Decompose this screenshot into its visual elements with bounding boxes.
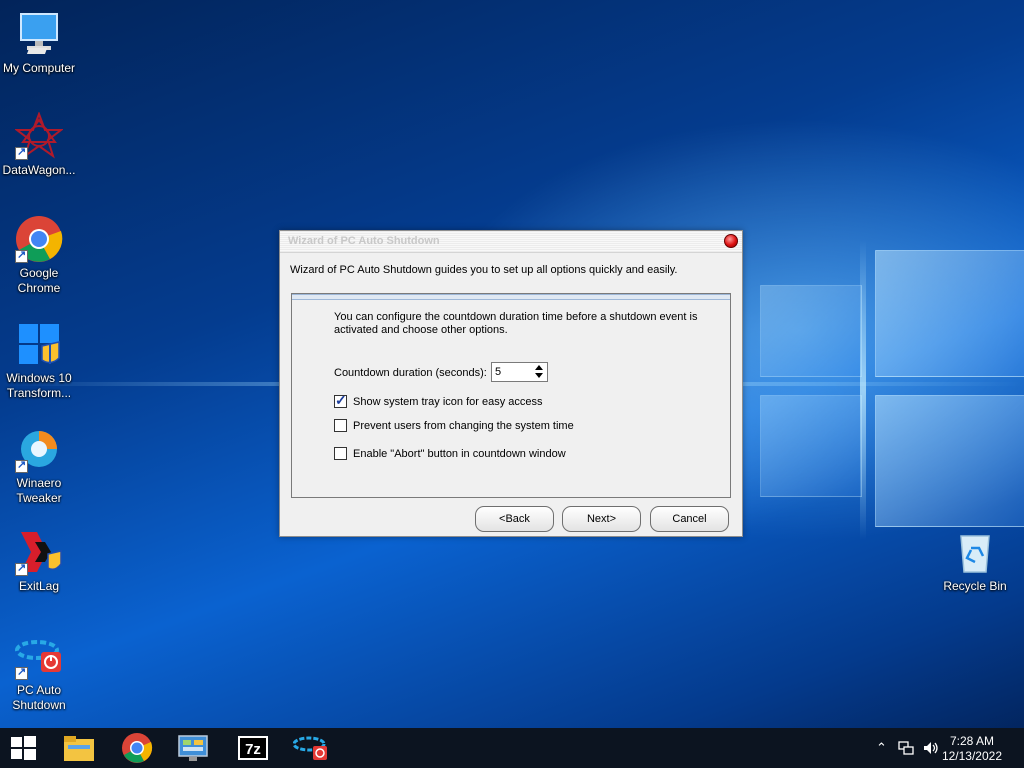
7zip-icon: 7z	[238, 736, 268, 760]
option-show-tray-icon[interactable]: Show system tray icon for easy access	[334, 392, 543, 409]
dialog-title: Wizard of PC Auto Shutdown	[288, 235, 440, 247]
prevent-time-change-label: Prevent users from changing the system t…	[353, 419, 574, 432]
desktop-icon-recycle-bin[interactable]: Recycle Bin	[936, 528, 1014, 594]
pc-auto-shutdown-icon	[15, 632, 63, 680]
taskbar-7zip[interactable]: 7z	[230, 728, 276, 768]
taskbar-clock[interactable]: 7:28 AM 12/13/2022	[942, 734, 1002, 764]
desktop-icon-google-chrome[interactable]: Google Chrome	[0, 215, 78, 296]
taskbar-chrome[interactable]	[114, 728, 160, 768]
taskbar-pc-auto-shutdown[interactable]	[288, 728, 334, 768]
clock-date: 12/13/2022	[941, 749, 1002, 763]
option-prevent-time-change[interactable]: Prevent users from changing the system t…	[334, 419, 574, 432]
desktop-icon-my-computer[interactable]: My Computer	[0, 10, 78, 76]
shortcut-arrow-icon	[15, 145, 28, 160]
recycle-bin-icon	[951, 528, 999, 576]
dialog-titlebar[interactable]: Wizard of PC Auto Shutdown	[280, 231, 742, 253]
desktop-icon-label: My Computer	[2, 61, 76, 75]
file-explorer-icon	[64, 736, 94, 761]
exitlag-icon	[15, 528, 63, 576]
wizard-dialog: Wizard of PC Auto Shutdown Wizard of PC …	[279, 230, 743, 537]
winaero-icon	[15, 425, 63, 473]
dialog-intro: Wizard of PC Auto Shutdown guides you to…	[290, 264, 678, 276]
desktop-icon-label: Google Chrome	[17, 266, 61, 295]
desktop-icon-label: Recycle Bin	[943, 579, 1007, 593]
stepper-up-icon[interactable]	[532, 364, 546, 372]
desktop-icon-pc-auto-shutdown[interactable]: PC Auto Shutdown	[0, 632, 78, 713]
enable-abort-label: Enable "Abort" button in countdown windo…	[353, 447, 566, 460]
volume-icon[interactable]	[922, 740, 940, 759]
svg-text:7z: 7z	[245, 741, 261, 758]
desktop-icon-windows10-transform[interactable]: Windows 10 Transform...	[0, 320, 78, 401]
options-panel: You can configure the countdown duration…	[291, 293, 731, 498]
clock-time: 7:28 AM	[949, 734, 994, 748]
taskbar: 7z ⌃ 7:28 AM 12/13/2022	[0, 728, 1024, 768]
stepper-buttons	[532, 364, 546, 380]
network-icon[interactable]	[898, 740, 914, 759]
cancel-button[interactable]: Cancel	[650, 506, 729, 532]
panel-divider	[292, 294, 730, 300]
windows-logo-icon	[15, 320, 63, 368]
close-icon[interactable]	[724, 234, 738, 248]
desktop-icon-exitlag[interactable]: ExitLag	[0, 528, 78, 594]
desktop-icon-winaero-tweaker[interactable]: Winaero Tweaker	[0, 425, 78, 506]
datawagon-icon	[14, 111, 64, 160]
panel-description: You can configure the countdown duration…	[334, 311, 698, 336]
stepper-down-icon[interactable]	[532, 372, 546, 380]
shortcut-arrow-icon	[15, 561, 28, 576]
desktop-icon-label: PC Auto Shutdown	[12, 683, 66, 712]
start-button[interactable]	[0, 728, 46, 768]
show-tray-icon-label: Show system tray icon for easy access	[353, 395, 543, 408]
shortcut-arrow-icon	[15, 248, 28, 263]
countdown-duration-input[interactable]	[492, 363, 533, 381]
countdown-duration-stepper[interactable]	[491, 362, 548, 382]
desktop-icon-label: Windows 10 Transform...	[6, 371, 72, 400]
desktop-icon-label: DataWagon...	[2, 163, 76, 177]
countdown-duration-label: Countdown duration (seconds):	[334, 367, 487, 379]
computer-icon	[15, 10, 63, 58]
desktop-icon-label: Winaero Tweaker	[16, 476, 62, 505]
taskbar-file-explorer[interactable]	[56, 728, 102, 768]
back-button[interactable]: <Back	[475, 506, 554, 532]
pc-auto-shutdown-icon	[293, 736, 327, 760]
shortcut-arrow-icon	[15, 458, 28, 473]
prevent-time-change-checkbox[interactable]	[334, 419, 347, 432]
show-tray-icon-checkbox[interactable]	[334, 392, 347, 409]
next-button[interactable]: Next>	[562, 506, 641, 532]
chevron-up-icon[interactable]: ⌃	[876, 740, 887, 756]
taskbar-control-panel[interactable]	[170, 728, 216, 768]
desktop-icon-label: ExitLag	[18, 579, 60, 593]
enable-abort-checkbox[interactable]	[334, 447, 347, 460]
start-icon	[11, 736, 36, 760]
option-enable-abort-button[interactable]: Enable "Abort" button in countdown windo…	[334, 447, 566, 460]
chrome-icon	[122, 733, 153, 763]
desktop-icon-datawagon[interactable]: DataWagon...	[0, 111, 78, 178]
chrome-icon	[15, 215, 63, 263]
control-panel-icon	[178, 735, 208, 761]
shortcut-arrow-icon	[15, 665, 28, 680]
